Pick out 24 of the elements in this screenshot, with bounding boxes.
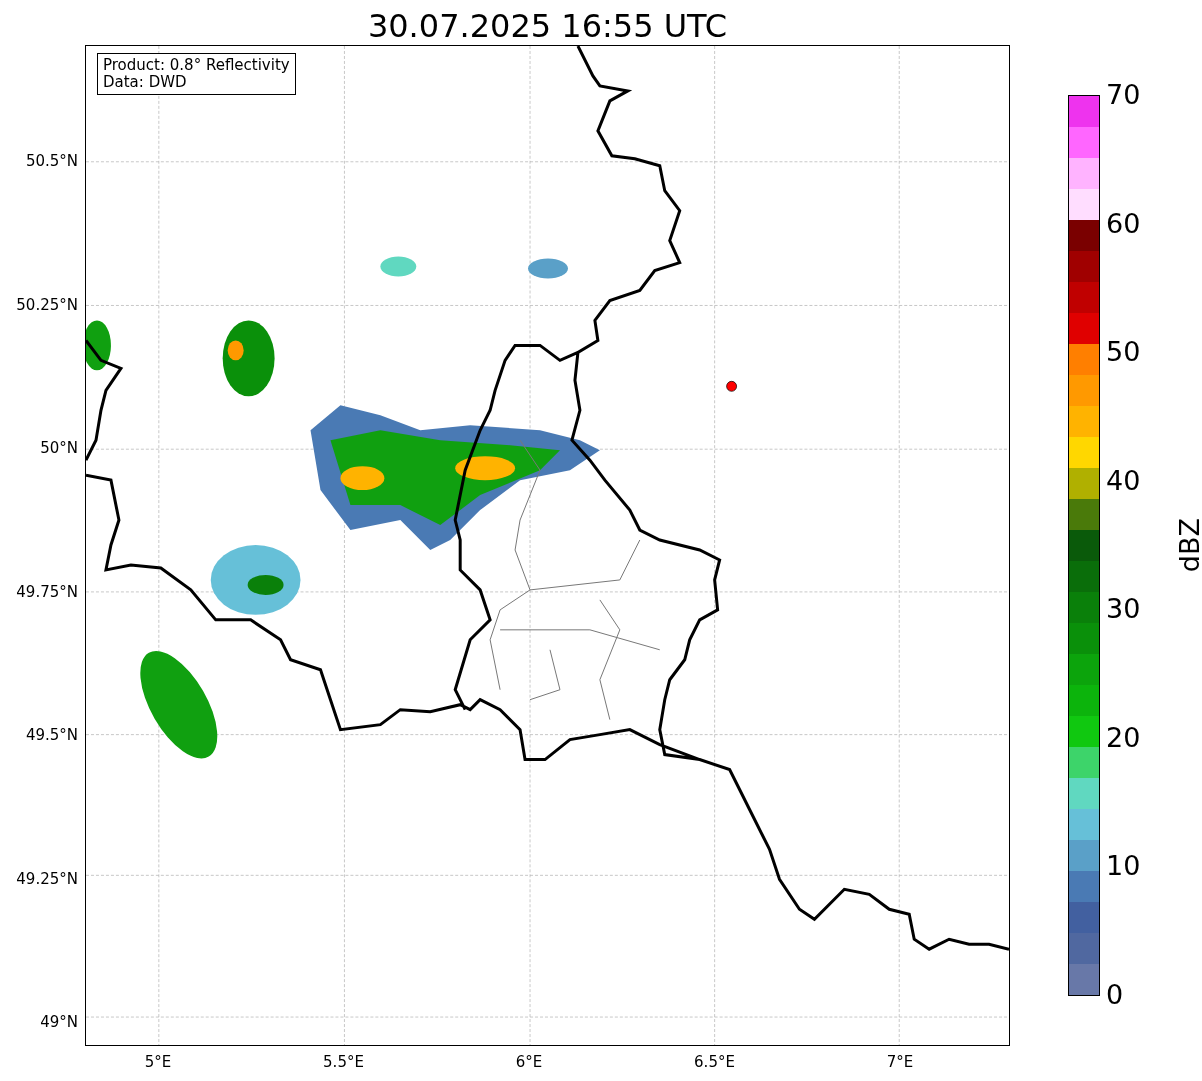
colorbar-tick-label: 30 xyxy=(1106,594,1141,625)
chart-title: 30.07.2025 16:55 UTC xyxy=(367,10,728,45)
y-axis-label: 49.5°N xyxy=(25,726,78,744)
x-axis-label: 5.5°E xyxy=(323,1052,364,1073)
x-axis-label: 6°E xyxy=(515,1052,543,1073)
info-line: Data: DWD xyxy=(103,74,188,91)
colorbar-label: dBZ xyxy=(1173,518,1202,573)
y-axis-label: 49.25°N xyxy=(16,869,78,888)
info-line: Product: 0.8° Reflectivity xyxy=(103,57,290,74)
x-axis-label: 7°E xyxy=(886,1052,914,1073)
y-axis-label: 50.5°N xyxy=(25,152,78,170)
x-axis-label: 5°E xyxy=(144,1052,172,1073)
colorbar-tick-label: 20 xyxy=(1106,722,1141,753)
y-axis-label: 50°N xyxy=(40,439,78,457)
y-axis-label: 49°N xyxy=(40,1013,78,1031)
y-axis-label: 49.75°N xyxy=(16,582,78,601)
colorbar-tick-label: 50 xyxy=(1106,337,1141,368)
colorbar-tick-label: 40 xyxy=(1106,465,1141,496)
colorbar-tick-label: 60 xyxy=(1106,208,1141,239)
colorbar-tick-label: 70 xyxy=(1106,80,1141,110)
y-axis-label: 50.25°N xyxy=(16,295,78,314)
colorbar-tick-label: 10 xyxy=(1106,851,1141,882)
x-axis-label: 6.5°E xyxy=(694,1052,735,1073)
colorbar-tick-label: 0 xyxy=(1106,980,1124,1010)
